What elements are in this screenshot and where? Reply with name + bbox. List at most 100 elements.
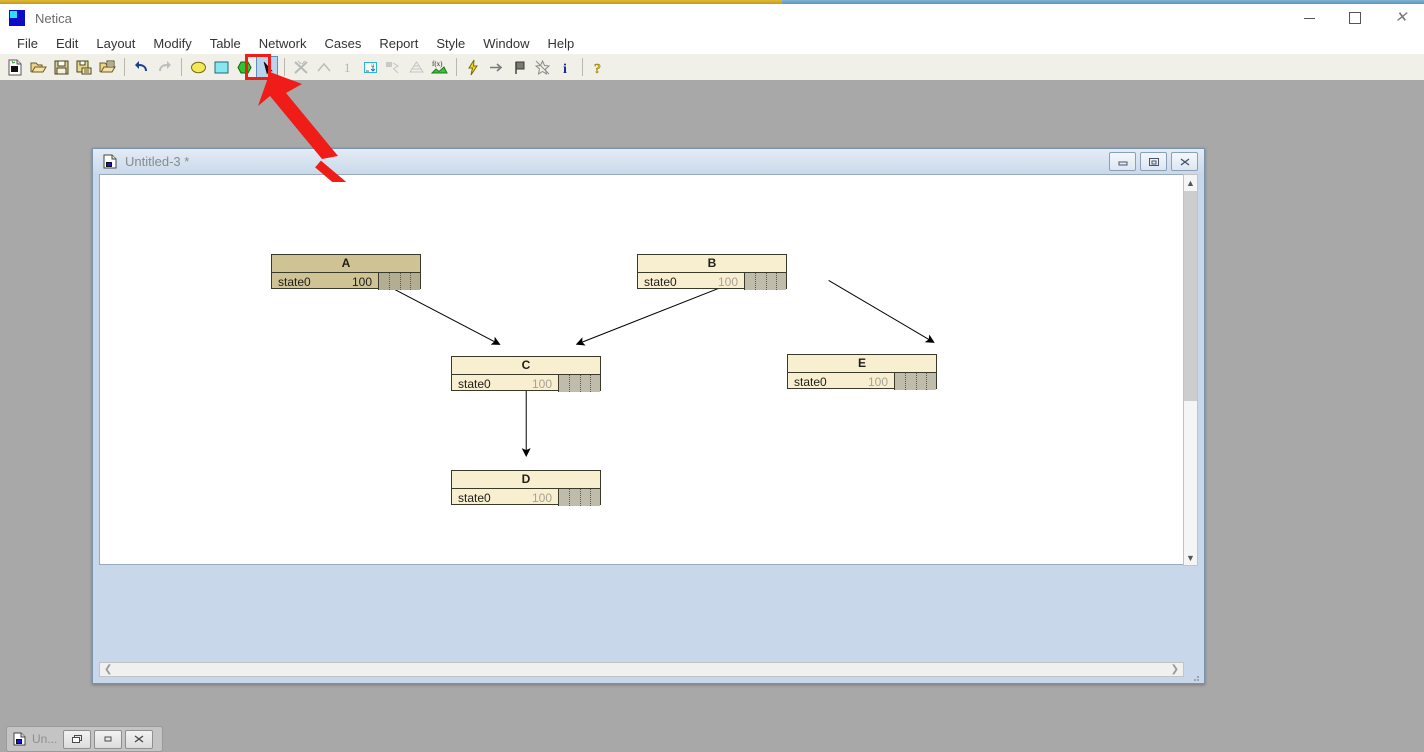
- decision-node-icon[interactable]: [210, 56, 232, 78]
- toolbar-separator-3: [284, 58, 285, 76]
- new-network-icon[interactable]: [4, 56, 26, 78]
- scroll-right-icon[interactable]: ❯: [1167, 664, 1183, 675]
- network-canvas-inner: A state0 100 B state0 100 C state0 100 E…: [100, 175, 1183, 564]
- taskbar-minimize-button[interactable]: [94, 729, 123, 749]
- netica-app-icon: [9, 10, 25, 26]
- window-resize-grip[interactable]: [1190, 669, 1200, 681]
- netica-app-window: Netica ✕ File Edit Layout Modify Table N…: [0, 4, 1424, 752]
- pointer-tool-icon[interactable]: [256, 56, 278, 78]
- node-A-state-value: 100: [351, 274, 372, 289]
- document-icon: [103, 154, 117, 169]
- open-recent-icon[interactable]: [96, 56, 118, 78]
- node-D-title: D: [452, 471, 600, 489]
- maximize-button[interactable]: [1332, 4, 1378, 32]
- menu-help[interactable]: Help: [539, 34, 584, 53]
- help-icon[interactable]: ?: [588, 56, 610, 78]
- document-window: Untitled-3 * A state0 100 B state0 100 C…: [92, 148, 1205, 684]
- minimized-document-item[interactable]: Un...: [6, 726, 163, 752]
- taskbar-restore-button[interactable]: [63, 729, 92, 749]
- network-node-D[interactable]: D state0 100: [451, 470, 601, 506]
- node-E-belief-bar: [894, 373, 936, 390]
- toolbar-separator-5: [582, 58, 583, 76]
- close-icon: ✕: [1394, 9, 1408, 26]
- network-edges: [377, 279, 935, 458]
- svg-text:f(x): f(x): [432, 60, 443, 68]
- document-titlebar[interactable]: Untitled-3 *: [93, 149, 1204, 174]
- document-title: Untitled-3 *: [125, 154, 190, 169]
- minimize-icon: [1303, 17, 1315, 19]
- menu-window[interactable]: Window: [474, 34, 538, 53]
- menu-edit[interactable]: Edit: [47, 34, 87, 53]
- add-link-icon: [313, 56, 335, 78]
- node-C-title: C: [452, 357, 600, 375]
- node-B-belief-bar: [744, 273, 786, 290]
- node-B-state-value: 100: [717, 274, 738, 289]
- node-A-state-row: state0 100: [272, 273, 420, 290]
- menu-style[interactable]: Style: [427, 34, 474, 53]
- close-button[interactable]: ✕: [1378, 4, 1424, 32]
- menu-file[interactable]: File: [8, 34, 47, 53]
- node-D-belief-bar: [558, 489, 600, 506]
- node-set-icon: [382, 56, 404, 78]
- scroll-down-icon[interactable]: ▼: [1184, 550, 1197, 565]
- propagate-icon[interactable]: [485, 56, 507, 78]
- app-title: Netica: [35, 10, 72, 26]
- info-icon[interactable]: i: [554, 56, 576, 78]
- undo-icon[interactable]: [130, 56, 152, 78]
- scroll-left-icon[interactable]: ❮: [100, 664, 116, 675]
- node-C-state-row: state0 100: [452, 375, 600, 392]
- network-node-C[interactable]: C state0 100: [451, 356, 601, 392]
- net-summary-icon: [405, 56, 427, 78]
- node-E-state-value: 100: [867, 374, 888, 389]
- network-node-E[interactable]: E state0 100: [787, 354, 937, 390]
- menu-modify[interactable]: Modify: [144, 34, 200, 53]
- redo-icon: [153, 56, 175, 78]
- menu-layout[interactable]: Layout: [87, 34, 144, 53]
- toolbar-separator-1: [124, 58, 125, 76]
- menubar: File Edit Layout Modify Table Network Ca…: [0, 32, 1424, 54]
- save-as-icon[interactable]: [73, 56, 95, 78]
- window-controls: ✕: [1286, 4, 1424, 32]
- canvas-horizontal-scrollbar[interactable]: ❮ ❯: [99, 662, 1184, 677]
- node-B-state-row: state0 100: [638, 273, 786, 290]
- network-node-A[interactable]: A state0 100: [271, 254, 421, 290]
- equation-icon[interactable]: f(x): [428, 56, 450, 78]
- nature-node-icon[interactable]: [187, 56, 209, 78]
- node-C-belief-bar: [558, 375, 600, 392]
- node-D-state-label: state0: [458, 490, 491, 505]
- scroll-up-icon[interactable]: ▲: [1184, 175, 1197, 190]
- menu-table[interactable]: Table: [201, 34, 250, 53]
- document-close-button[interactable]: [1171, 152, 1198, 171]
- minimized-document-buttons: [63, 729, 154, 749]
- node-A-state-label: state0: [278, 274, 311, 289]
- clear-findings-icon[interactable]: [531, 56, 553, 78]
- save-network-icon[interactable]: [50, 56, 72, 78]
- edit-table-icon[interactable]: a: [359, 56, 381, 78]
- main-toolbar: 1 a f(x) i ?: [0, 54, 1424, 81]
- node-A-title: A: [272, 255, 420, 273]
- canvas-vertical-scrollbar[interactable]: ▲ ▼: [1183, 174, 1198, 566]
- utility-node-icon[interactable]: [233, 56, 255, 78]
- menu-report[interactable]: Report: [370, 34, 427, 53]
- svg-text:1: 1: [344, 60, 351, 75]
- node-E-state-label: state0: [794, 374, 827, 389]
- svg-text:i: i: [563, 62, 567, 76]
- menu-network[interactable]: Network: [250, 34, 316, 53]
- node-C-state-value: 100: [531, 376, 552, 391]
- open-network-icon[interactable]: [27, 56, 49, 78]
- document-restore-button[interactable]: [1140, 152, 1167, 171]
- mdi-workspace: Untitled-3 * A state0 100 B state0 100 C…: [0, 80, 1424, 728]
- node-D-state-row: state0 100: [452, 489, 600, 506]
- document-window-buttons: [1109, 152, 1198, 171]
- enter-finding-icon[interactable]: [508, 56, 530, 78]
- taskbar-close-button[interactable]: [125, 729, 154, 749]
- network-node-B[interactable]: B state0 100: [637, 254, 787, 290]
- svg-text:?: ?: [594, 62, 601, 76]
- document-minimize-button[interactable]: [1109, 152, 1136, 171]
- network-canvas[interactable]: A state0 100 B state0 100 C state0 100 E…: [99, 174, 1184, 565]
- menu-cases[interactable]: Cases: [315, 34, 370, 53]
- vertical-scroll-thumb[interactable]: [1184, 191, 1197, 401]
- minimize-button[interactable]: [1286, 4, 1332, 32]
- disconnect-links-icon: [290, 56, 312, 78]
- compile-icon[interactable]: [462, 56, 484, 78]
